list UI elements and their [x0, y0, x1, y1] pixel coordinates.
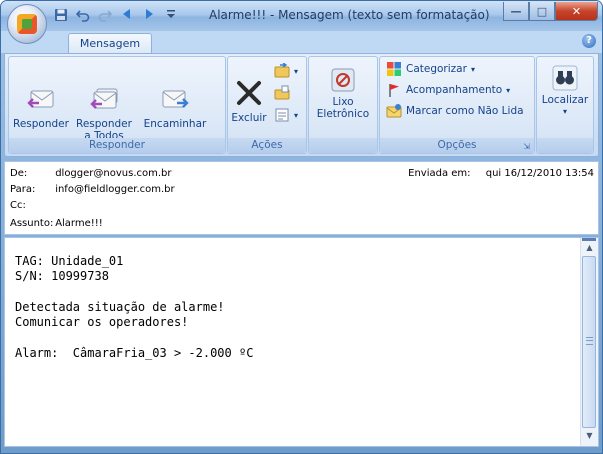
group-label-acoes: Ações	[228, 138, 306, 153]
message-body[interactable]: TAG: Unidade_01 S/N: 10999738 Detectada …	[4, 237, 599, 447]
previous-item-icon[interactable]	[119, 8, 135, 24]
forward-button[interactable]: Encaminhar	[137, 83, 213, 130]
dialog-launcher-icon[interactable]: ⇲	[523, 142, 530, 151]
reply-all-icon	[90, 88, 118, 109]
categorize-button[interactable]: Categorizar ▾	[386, 61, 475, 77]
to-value[interactable]: info@fieldlogger.com.br	[55, 184, 174, 195]
quick-access-toolbar	[53, 7, 179, 25]
vertical-scrollbar[interactable]: ▲ ▼	[580, 238, 598, 446]
cc-row: Cc:	[10, 200, 52, 211]
find-button[interactable]: Localizar ▾	[539, 65, 591, 118]
reply-all-button[interactable]: Responder a Todos	[73, 83, 135, 142]
followup-button[interactable]: Acompanhamento ▾	[386, 82, 510, 98]
subject-row: Assunto: Alarme!!!	[10, 218, 103, 229]
other-actions-button[interactable]: ▾	[274, 107, 298, 123]
sent-value: qui 16/12/2010 13:54	[485, 168, 594, 179]
group-responder: Responder Responder a Todos Encaminhar R…	[8, 56, 226, 154]
move-folder-icon	[274, 63, 290, 78]
window-controls: — □ ✕	[503, 2, 598, 21]
reply-button[interactable]: Responder	[11, 83, 71, 130]
message-header: De: dlogger@novus.com.br Para: info@fiel…	[4, 161, 599, 235]
outlook-message-window: Alarme!!! - Mensagem (texto sem formataç…	[0, 0, 603, 454]
create-rule-button[interactable]	[274, 85, 290, 101]
title-bar: Alarme!!! - Mensagem (texto sem formataç…	[1, 1, 602, 31]
subject-value: Alarme!!!	[55, 218, 103, 229]
mark-unread-label: Marcar como Não Lida	[406, 105, 524, 117]
cc-label: Cc:	[10, 200, 26, 211]
sent-label: Enviada em:	[408, 168, 471, 179]
mark-unread-button[interactable]: Marcar como Não Lida	[386, 103, 524, 119]
delete-icon	[237, 81, 261, 105]
next-item-icon[interactable]	[141, 8, 157, 24]
junk-button[interactable]: Lixo Eletrônico	[311, 67, 375, 120]
categorize-icon	[387, 62, 401, 76]
delete-label: Excluir	[231, 112, 267, 124]
scroll-down-icon[interactable]: ▼	[581, 428, 598, 444]
reply-label: Responder	[13, 118, 69, 130]
group-opcoes: Categorizar ▾ Acompanhamento ▾ Marcar co…	[379, 56, 535, 154]
group-label-find	[537, 138, 593, 153]
find-label: Localizar	[541, 94, 589, 106]
from-value[interactable]: dlogger@novus.com.br	[55, 168, 171, 179]
maximize-button[interactable]: □	[529, 2, 555, 21]
group-acoes: Excluir ▾ ▾ Ações	[227, 56, 307, 154]
junk-icon	[331, 68, 355, 92]
scroll-thumb[interactable]	[582, 256, 596, 428]
followup-label: Acompanhamento	[406, 84, 503, 96]
undo-icon[interactable]	[75, 8, 91, 24]
office-logo-icon	[17, 14, 37, 34]
sent-row: Enviada em: qui 16/12/2010 13:54	[408, 168, 594, 179]
from-label: De:	[10, 168, 28, 179]
scroll-up-icon[interactable]: ▲	[581, 240, 598, 256]
from-row: De: dlogger@novus.com.br	[10, 168, 172, 179]
folder-rules-icon	[274, 85, 290, 100]
subject-label: Assunto:	[10, 218, 54, 229]
mark-unread-icon	[386, 104, 402, 118]
reply-icon	[27, 90, 54, 108]
tab-mensagem[interactable]: Mensagem	[68, 33, 152, 54]
binoculars-icon	[552, 65, 578, 91]
group-junk: Lixo Eletrônico	[308, 56, 378, 154]
office-button[interactable]	[7, 4, 47, 44]
to-label: Para:	[10, 184, 36, 195]
save-icon[interactable]	[53, 8, 69, 24]
junk-label: Lixo Eletrônico	[316, 96, 370, 120]
help-icon[interactable]: ?	[582, 34, 596, 48]
customize-toolbar-icon[interactable]	[163, 8, 179, 24]
minimize-button[interactable]: —	[503, 2, 529, 21]
redo-icon[interactable]	[97, 8, 113, 24]
move-to-folder-button[interactable]: ▾	[274, 63, 298, 79]
forward-label: Encaminhar	[143, 118, 207, 130]
group-label-junk	[309, 138, 377, 153]
flag-icon	[389, 84, 399, 97]
ribbon-tab-row: Mensagem ?	[1, 31, 602, 54]
group-label-opcoes: Opções	[380, 138, 534, 153]
delete-button[interactable]: Excluir	[230, 77, 268, 124]
ribbon: Responder Responder a Todos Encaminhar R…	[4, 53, 599, 157]
other-actions-icon	[275, 108, 289, 122]
window-title: Alarme!!! - Mensagem (texto sem formataç…	[209, 8, 490, 22]
categorize-label: Categorizar	[406, 63, 467, 75]
group-label-responder: Responder	[9, 138, 225, 153]
to-row: Para: info@fieldlogger.com.br	[10, 184, 175, 195]
message-body-text[interactable]: TAG: Unidade_01 S/N: 10999738 Detectada …	[15, 254, 253, 361]
scroll-grip-icon	[586, 337, 593, 345]
group-find: Localizar ▾	[536, 56, 594, 154]
close-button[interactable]: ✕	[555, 2, 598, 21]
forward-icon	[162, 90, 189, 108]
